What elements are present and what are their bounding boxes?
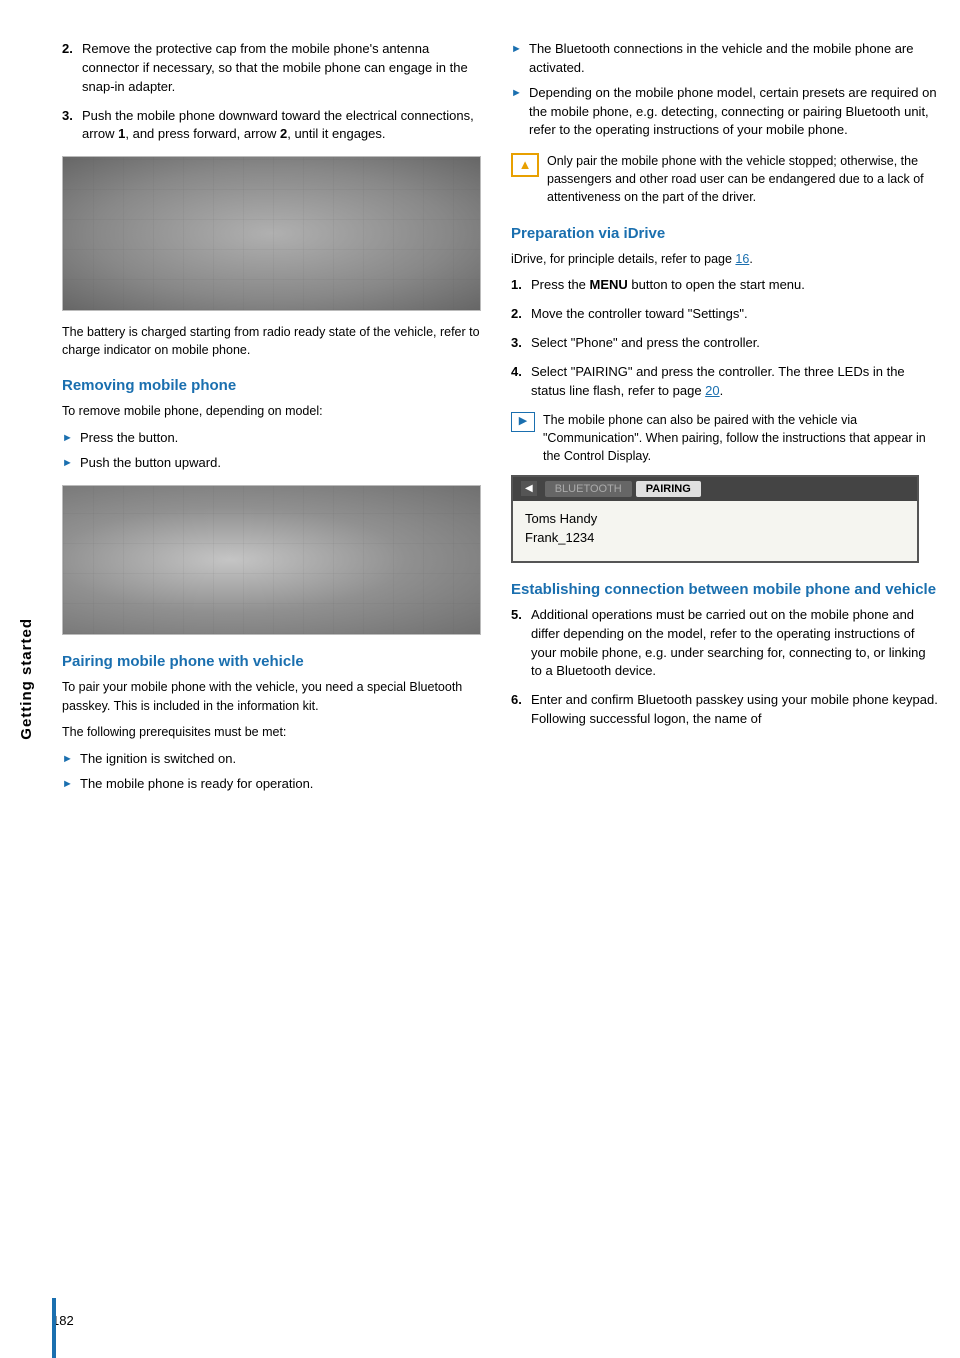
right-bullet-1-text: The Bluetooth connections in the vehicle… bbox=[529, 40, 940, 78]
idrive-step-1-text-part2: button to open the start menu. bbox=[628, 277, 805, 292]
step-3-text: Push the mobile phone downward toward th… bbox=[82, 107, 481, 145]
note-text: The mobile phone can also be paired with… bbox=[543, 411, 940, 465]
connection-step-5-text: Additional operations must be carried ou… bbox=[531, 606, 940, 681]
idrive-intro-end: . bbox=[749, 252, 752, 266]
bt-display-header: ◀ BLUETOOTH PAIRING bbox=[513, 477, 917, 501]
right-bullet-2: ► Depending on the mobile phone model, c… bbox=[511, 84, 940, 141]
step-3-text-part3: , until it engages. bbox=[287, 126, 385, 141]
connection-step-5-num: 5. bbox=[511, 606, 531, 681]
car-interior-visual-1 bbox=[63, 157, 480, 310]
prereq-bullet-2-text: The mobile phone is ready for operation. bbox=[80, 775, 313, 794]
sidebar: Getting started bbox=[0, 0, 52, 1358]
note-icon: ▶ bbox=[511, 412, 535, 432]
bluetooth-display: ◀ BLUETOOTH PAIRING Toms Handy Frank_123… bbox=[511, 475, 919, 563]
idrive-step-2-text: Move the controller toward "Settings". bbox=[531, 305, 940, 324]
idrive-step-4-num: 4. bbox=[511, 363, 531, 401]
bullet-arrow-icon-5: ► bbox=[511, 42, 523, 58]
left-column: 2. Remove the protective cap from the mo… bbox=[62, 40, 501, 1318]
car-interior-visual-2 bbox=[63, 486, 480, 634]
warning-box: ▲ Only pair the mobile phone with the ve… bbox=[511, 152, 940, 206]
prereq-bullet-1: ► The ignition is switched on. bbox=[62, 750, 481, 769]
connection-step-6-num: 6. bbox=[511, 691, 531, 729]
note-box: ▶ The mobile phone can also be paired wi… bbox=[511, 411, 940, 465]
content-area: 2. Remove the protective cap from the mo… bbox=[52, 0, 960, 1358]
idrive-step-4-link: 20 bbox=[705, 383, 719, 398]
idrive-step-4-text-part2: . bbox=[720, 383, 724, 398]
idrive-section-heading: Preparation via iDrive bbox=[511, 225, 940, 242]
bullet-arrow-icon-1: ► bbox=[62, 431, 74, 447]
right-bullet-2-text: Depending on the mobile phone model, cer… bbox=[529, 84, 940, 141]
step-3-text-part2: , and press forward, arrow bbox=[125, 126, 280, 141]
idrive-step-1-text-part1: Press the bbox=[531, 277, 590, 292]
idrive-step-1: 1. Press the MENU button to open the sta… bbox=[511, 276, 940, 295]
idrive-step-1-num: 1. bbox=[511, 276, 531, 295]
idrive-step-3: 3. Select "Phone" and press the controll… bbox=[511, 334, 940, 353]
bt-back-icon: ◀ bbox=[521, 481, 537, 496]
idrive-step-3-num: 3. bbox=[511, 334, 531, 353]
connection-step-5: 5. Additional operations must be carried… bbox=[511, 606, 940, 681]
bt-device-2: Frank_1234 bbox=[525, 528, 905, 547]
idrive-intro: iDrive, for principle details, refer to … bbox=[511, 250, 940, 269]
bullet-arrow-icon-3: ► bbox=[62, 752, 74, 768]
connection-step-6-text: Enter and confirm Bluetooth passkey usin… bbox=[531, 691, 940, 729]
step-2-text: Remove the protective cap from the mobil… bbox=[82, 40, 481, 97]
connection-step-6: 6. Enter and confirm Bluetooth passkey u… bbox=[511, 691, 940, 729]
blue-bar-accent bbox=[52, 1298, 56, 1358]
step-2: 2. Remove the protective cap from the mo… bbox=[62, 40, 481, 97]
step-2-num: 2. bbox=[62, 40, 82, 97]
bt-pairing-tab: PAIRING bbox=[636, 481, 701, 497]
car-interior-image-1 bbox=[62, 156, 481, 311]
connection-section-heading: Establishing connection between mobile p… bbox=[511, 581, 940, 598]
page-container: Getting started 2. Remove the protective… bbox=[0, 0, 960, 1358]
warning-icon: ▲ bbox=[511, 153, 539, 177]
idrive-step-1-bold: MENU bbox=[590, 277, 628, 292]
step-3-num: 3. bbox=[62, 107, 82, 145]
idrive-step-1-text: Press the MENU button to open the start … bbox=[531, 276, 940, 295]
right-column: ► The Bluetooth connections in the vehic… bbox=[501, 40, 940, 1318]
step-3: 3. Push the mobile phone downward toward… bbox=[62, 107, 481, 145]
idrive-step-3-text: Select "Phone" and press the controller. bbox=[531, 334, 940, 353]
remove-bullet-2-text: Push the button upward. bbox=[80, 454, 221, 473]
idrive-step-2: 2. Move the controller toward "Settings"… bbox=[511, 305, 940, 324]
sidebar-label: Getting started bbox=[18, 618, 35, 740]
idrive-step-2-num: 2. bbox=[511, 305, 531, 324]
bullet-arrow-icon-2: ► bbox=[62, 456, 74, 472]
bt-bluetooth-tab: BLUETOOTH bbox=[545, 481, 632, 497]
remove-bullet-1: ► Press the button. bbox=[62, 429, 481, 448]
pairing-section-heading: Pairing mobile phone with vehicle bbox=[62, 653, 481, 670]
warning-text: Only pair the mobile phone with the vehi… bbox=[547, 152, 940, 206]
idrive-step-4-text: Select "PAIRING" and press the controlle… bbox=[531, 363, 940, 401]
prereq-bullet-2: ► The mobile phone is ready for operatio… bbox=[62, 775, 481, 794]
removing-intro: To remove mobile phone, depending on mod… bbox=[62, 402, 481, 421]
pairing-prereq-intro: The following prerequisites must be met: bbox=[62, 723, 481, 742]
idrive-intro-link: 16 bbox=[735, 252, 749, 266]
bullet-arrow-icon-4: ► bbox=[62, 777, 74, 793]
bullet-arrow-icon-6: ► bbox=[511, 86, 523, 102]
car-interior-image-2 bbox=[62, 485, 481, 635]
remove-bullet-2: ► Push the button upward. bbox=[62, 454, 481, 473]
bt-display-body: Toms Handy Frank_1234 bbox=[513, 501, 917, 561]
bt-device-1: Toms Handy bbox=[525, 509, 905, 528]
image-caption-1: The battery is charged starting from rad… bbox=[62, 323, 481, 359]
right-bullet-1: ► The Bluetooth connections in the vehic… bbox=[511, 40, 940, 78]
remove-bullet-1-text: Press the button. bbox=[80, 429, 178, 448]
pairing-intro: To pair your mobile phone with the vehic… bbox=[62, 678, 481, 716]
prereq-bullet-1-text: The ignition is switched on. bbox=[80, 750, 236, 769]
idrive-step-4: 4. Select "PAIRING" and press the contro… bbox=[511, 363, 940, 401]
removing-section-heading: Removing mobile phone bbox=[62, 377, 481, 394]
idrive-intro-text: iDrive, for principle details, refer to … bbox=[511, 252, 735, 266]
